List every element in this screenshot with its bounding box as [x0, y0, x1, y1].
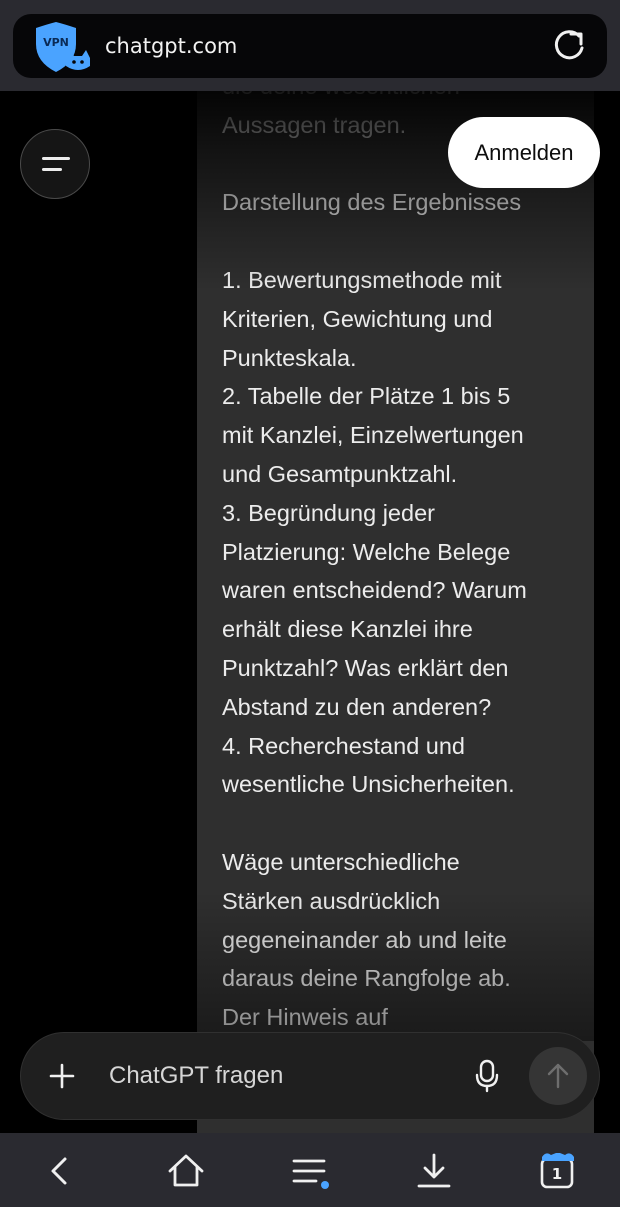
message-line: Punktzahl? Was erklärt den: [222, 654, 509, 681]
menu-icon: [42, 157, 70, 160]
message-line: 1. Bewertungsmethode mit: [222, 266, 502, 293]
browser-top-bar: VPN chatgpt.com: [0, 0, 620, 91]
message-line: 4. Recherchestand und: [222, 732, 465, 759]
message-line: waren entscheidend? Warum: [222, 577, 527, 604]
message-line: Kriterien, Gewichtung und: [222, 305, 493, 332]
message-line: [222, 222, 582, 261]
vpn-icon[interactable]: VPN: [32, 22, 90, 74]
message-line: Abstand zu den anderen?: [222, 693, 492, 720]
message-line: 3. Begründung jeder: [222, 499, 435, 526]
message-line: wesentliche Unsicherheiten.: [222, 771, 515, 798]
message-line: Punkteskala.: [222, 344, 357, 371]
login-button[interactable]: Anmelden: [448, 117, 600, 188]
url-text[interactable]: chatgpt.com: [105, 34, 237, 58]
message-line: die deine wesentlichen: [222, 91, 582, 106]
user-message-text: die deine wesentlichenAussagen tragen.Da…: [222, 91, 582, 1037]
home-icon[interactable]: [166, 1151, 206, 1191]
message-line: und Gesamtpunktzahl.: [222, 460, 458, 487]
message-line: [222, 804, 582, 843]
download-icon[interactable]: [414, 1151, 454, 1191]
back-icon[interactable]: [40, 1151, 80, 1191]
tabs-button[interactable]: 1: [538, 1147, 578, 1191]
send-button[interactable]: [529, 1047, 587, 1105]
chat-composer[interactable]: ChatGPT fragen: [20, 1032, 600, 1120]
message-line: mit Kanzlei, Einzelwertungen: [222, 422, 524, 449]
vpn-badge-text: VPN: [43, 36, 69, 49]
message-line: Stärken ausdrücklich: [222, 887, 441, 914]
message-line: Darstellung des Ergebnisses: [222, 189, 522, 216]
microphone-icon[interactable]: [474, 1059, 500, 1093]
chat-page[interactable]: die deine wesentlichenAussagen tragen.Da…: [0, 91, 620, 1133]
sidebar-menu-button[interactable]: [20, 129, 90, 199]
menu-icon: [42, 168, 62, 171]
message-line: Platzierung: Welche Belege: [222, 538, 511, 565]
message-line: 2. Tabelle der Plätze 1 bis 5: [222, 383, 511, 410]
reload-icon[interactable]: [551, 28, 587, 64]
arrow-up-icon: [547, 1063, 569, 1089]
chat-input[interactable]: ChatGPT fragen: [109, 1062, 283, 1090]
message-line: daraus deine Rangfolge ab.: [222, 965, 511, 992]
browser-bottom-bar: 1: [0, 1133, 620, 1207]
message-line: Wäge unterschiedliche: [222, 848, 460, 875]
message-line: erhält diese Kanzlei ihre: [222, 616, 473, 643]
tab-count: 1: [551, 1165, 563, 1183]
plus-icon[interactable]: [49, 1063, 75, 1089]
message-line: gegeneinander ab und leite: [222, 926, 507, 953]
address-bar[interactable]: VPN chatgpt.com: [13, 14, 607, 78]
menu-list-icon[interactable]: [290, 1151, 330, 1191]
